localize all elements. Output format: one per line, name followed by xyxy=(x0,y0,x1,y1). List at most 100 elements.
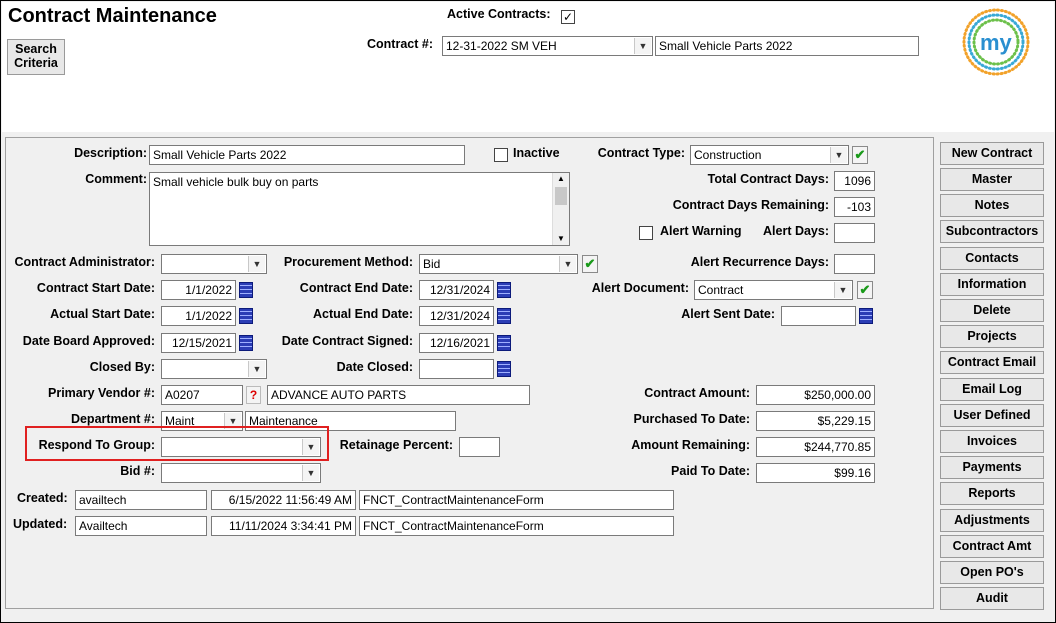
chevron-down-icon: ▼ xyxy=(834,282,851,298)
logo: my xyxy=(960,6,1032,78)
scroll-down-icon[interactable]: ▼ xyxy=(553,233,569,245)
date-board-approved-label: Date Board Approved: xyxy=(22,334,155,348)
contract-end-date-field[interactable]: 12/31/2024 xyxy=(419,280,494,300)
comment-field[interactable]: Small vehicle bulk buy on parts ▲ ▼ xyxy=(149,172,570,246)
audit-button[interactable]: Audit xyxy=(940,587,1044,610)
description-label: Description: xyxy=(74,146,147,160)
contract-details-panel: Description: Small Vehicle Parts 2022 In… xyxy=(5,137,934,609)
scroll-thumb[interactable] xyxy=(555,187,567,205)
contract-days-remaining-field[interactable]: -103 xyxy=(834,197,875,217)
contract-administrator-select[interactable]: ▼ xyxy=(161,254,267,274)
contract-amt-button[interactable]: Contract Amt xyxy=(940,535,1044,558)
email-log-button[interactable]: Email Log xyxy=(940,378,1044,401)
respond-to-group-select[interactable]: ▼ xyxy=(161,437,321,457)
notes-button[interactable]: Notes xyxy=(940,194,1044,217)
contract-type-select[interactable]: Construction ▼ xyxy=(690,145,849,165)
total-contract-days-field[interactable]: 1096 xyxy=(834,171,875,191)
contacts-button[interactable]: Contacts xyxy=(940,247,1044,270)
payments-button[interactable]: Payments xyxy=(940,456,1044,479)
paid-to-date-label: Paid To Date: xyxy=(671,464,750,478)
open-pos-button[interactable]: Open PO's xyxy=(940,561,1044,584)
updated-date-field[interactable]: 11/11/2024 3:34:41 PM xyxy=(211,516,356,536)
information-button[interactable]: Information xyxy=(940,273,1044,296)
chevron-down-icon: ▼ xyxy=(634,38,651,54)
description-field[interactable]: Small Vehicle Parts 2022 xyxy=(149,145,465,165)
master-button[interactable]: Master xyxy=(940,168,1044,191)
date-contract-signed-field[interactable]: 12/16/2021 xyxy=(419,333,494,353)
contract-type-label: Contract Type: xyxy=(597,146,685,160)
created-form-field[interactable]: FNCT_ContractMaintenanceForm xyxy=(359,490,674,510)
alert-warning-checkbox[interactable] xyxy=(639,226,653,240)
adjustments-button[interactable]: Adjustments xyxy=(940,509,1044,532)
calendar-icon[interactable] xyxy=(497,361,511,377)
created-date-field[interactable]: 6/15/2022 11:56:49 AM xyxy=(211,490,356,510)
header-area: Contract Maintenance Search Criteria Act… xyxy=(2,2,1054,132)
comment-label: Comment: xyxy=(85,172,147,186)
retainage-percent-field[interactable] xyxy=(459,437,500,457)
alert-recurrence-days-field[interactable] xyxy=(834,254,875,274)
alert-document-confirm-icon[interactable]: ✔ xyxy=(857,281,873,299)
contract-days-remaining-label: Contract Days Remaining: xyxy=(672,198,829,212)
calendar-icon[interactable] xyxy=(497,335,511,351)
vendor-lookup-icon[interactable]: ? xyxy=(246,386,261,404)
active-contracts-checkbox[interactable]: ✓ xyxy=(561,10,575,24)
updated-user-field[interactable]: Availtech xyxy=(75,516,207,536)
new-contract-button[interactable]: New Contract xyxy=(940,142,1044,165)
chevron-down-icon: ▼ xyxy=(302,465,319,481)
contract-start-date-label: Contract Start Date: xyxy=(36,281,155,295)
active-contracts-label: Active Contracts: xyxy=(447,7,551,21)
amount-remaining-field[interactable]: $244,770.85 xyxy=(756,437,875,457)
subcontractors-button[interactable]: Subcontractors xyxy=(940,220,1044,243)
procurement-method-select[interactable]: Bid ▼ xyxy=(419,254,578,274)
contract-end-date-label: Contract End Date: xyxy=(299,281,413,295)
calendar-icon[interactable] xyxy=(239,308,253,324)
calendar-icon[interactable] xyxy=(859,308,873,324)
delete-button[interactable]: Delete xyxy=(940,299,1044,322)
user-defined-button[interactable]: User Defined xyxy=(940,404,1044,427)
purchased-to-date-field[interactable]: $5,229.15 xyxy=(756,411,875,431)
scroll-up-icon[interactable]: ▲ xyxy=(553,173,569,185)
primary-vendor-name-field[interactable]: ADVANCE AUTO PARTS xyxy=(267,385,530,405)
alert-document-select[interactable]: Contract ▼ xyxy=(694,280,853,300)
closed-by-label: Closed By: xyxy=(89,360,155,374)
procurement-method-confirm-icon[interactable]: ✔ xyxy=(582,255,598,273)
created-label: Created: xyxy=(17,491,68,505)
date-closed-label: Date Closed: xyxy=(336,360,413,374)
chevron-down-icon: ▼ xyxy=(559,256,576,272)
alert-days-field[interactable] xyxy=(834,223,875,243)
alert-sent-date-field[interactable] xyxy=(781,306,856,326)
inactive-checkbox[interactable] xyxy=(494,148,508,162)
contract-name-field[interactable]: Small Vehicle Parts 2022 xyxy=(655,36,919,56)
contract-amount-label: Contract Amount: xyxy=(644,386,750,400)
search-criteria-button[interactable]: Search Criteria xyxy=(7,39,65,75)
calendar-icon[interactable] xyxy=(497,308,511,324)
contract-no-select[interactable]: 12-31-2022 SM VEH ▼ xyxy=(442,36,653,56)
closed-by-select[interactable]: ▼ xyxy=(161,359,267,379)
contract-amount-field[interactable]: $250,000.00 xyxy=(756,385,875,405)
calendar-icon[interactable] xyxy=(239,282,253,298)
contract-start-date-field[interactable]: 1/1/2022 xyxy=(161,280,236,300)
reports-button[interactable]: Reports xyxy=(940,482,1044,505)
contract-email-button[interactable]: Contract Email xyxy=(940,351,1044,374)
primary-vendor-field[interactable]: A0207 xyxy=(161,385,243,405)
updated-form-field[interactable]: FNCT_ContractMaintenanceForm xyxy=(359,516,674,536)
contract-type-confirm-icon[interactable]: ✔ xyxy=(852,146,868,164)
paid-to-date-field[interactable]: $99.16 xyxy=(756,463,875,483)
actual-end-date-field[interactable]: 12/31/2024 xyxy=(419,306,494,326)
chevron-down-icon: ▼ xyxy=(248,361,265,377)
date-closed-field[interactable] xyxy=(419,359,494,379)
contract-type-value: Construction xyxy=(694,148,762,162)
logo-text: my xyxy=(980,30,1012,55)
alert-document-value: Contract xyxy=(698,283,744,297)
created-user-field[interactable]: availtech xyxy=(75,490,207,510)
projects-button[interactable]: Projects xyxy=(940,325,1044,348)
bid-no-select[interactable]: ▼ xyxy=(161,463,321,483)
actual-start-date-field[interactable]: 1/1/2022 xyxy=(161,306,236,326)
invoices-button[interactable]: Invoices xyxy=(940,430,1044,453)
chevron-down-icon: ▼ xyxy=(302,439,319,455)
contract-maintenance-window: Contract Maintenance Search Criteria Act… xyxy=(0,0,1056,623)
comment-scrollbar[interactable]: ▲ ▼ xyxy=(552,173,569,245)
calendar-icon[interactable] xyxy=(497,282,511,298)
date-board-approved-field[interactable]: 12/15/2021 xyxy=(161,333,236,353)
calendar-icon[interactable] xyxy=(239,335,253,351)
